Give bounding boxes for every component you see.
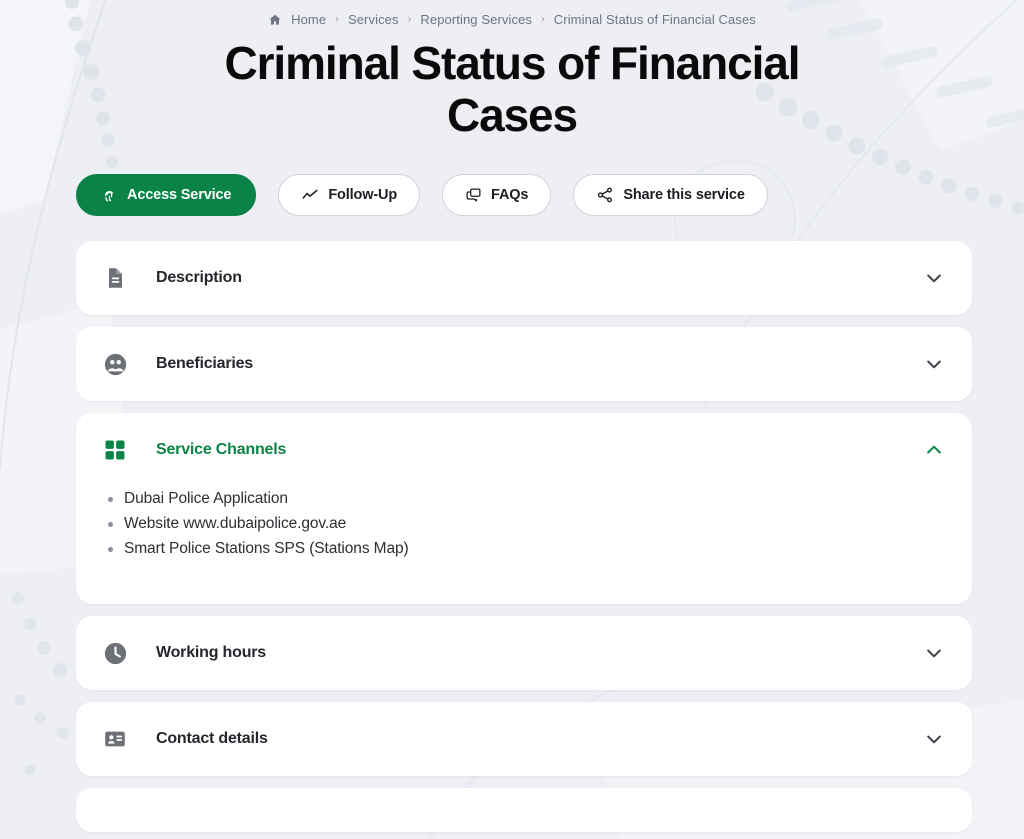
service-accordion: Description [0, 241, 1024, 832]
accordion-header-service-channels[interactable]: Service Channels [76, 413, 972, 487]
breadcrumb-separator: › [408, 15, 412, 26]
chevron-down-icon[interactable] [924, 268, 944, 288]
service-detail-page: Home › Services › Reporting Services › C… [0, 0, 1024, 839]
service-action-bar: Access Service Follow-Up FAQs [0, 174, 1024, 216]
chevron-up-icon[interactable] [924, 440, 944, 460]
accordion-title-working-hours: Working hours [156, 644, 924, 662]
service-channels-list: Dubai Police Application Website www.dub… [102, 487, 944, 561]
list-item: Website www.dubaipolice.gov.ae [102, 512, 944, 536]
accordion-title-service-channels: Service Channels [156, 441, 924, 459]
chevron-down-icon[interactable] [924, 354, 944, 374]
faqs-button[interactable]: FAQs [442, 174, 551, 216]
follow-up-button[interactable]: Follow-Up [278, 174, 420, 216]
accordion-section-description: Description [76, 241, 972, 315]
accordion-body-service-channels: Dubai Police Application Website www.dub… [76, 487, 972, 604]
share-service-label: Share this service [623, 187, 744, 203]
breadcrumb: Home › Services › Reporting Services › C… [0, 0, 1024, 27]
chevron-down-icon[interactable] [924, 643, 944, 663]
accordion-section-beneficiaries: Beneficiaries [76, 327, 972, 401]
clock-icon [102, 640, 128, 666]
breadcrumb-item-home[interactable]: Home [291, 12, 326, 27]
list-item: Smart Police Stations SPS (Stations Map) [102, 537, 944, 561]
accordion-section-service-channels: Service Channels Dubai Police Applicatio… [76, 413, 972, 604]
accordion-header-contact-details[interactable]: Contact details [76, 702, 972, 776]
list-item: Dubai Police Application [102, 487, 944, 511]
access-service-button[interactable]: Access Service [76, 174, 256, 216]
share-nodes-icon [596, 186, 614, 204]
accordion-section-working-hours: Working hours [76, 616, 972, 690]
people-circle-icon [102, 351, 128, 377]
document-icon [102, 265, 128, 291]
grid-squares-icon [102, 437, 128, 463]
breadcrumb-separator: › [335, 15, 339, 26]
chevron-down-icon[interactable] [924, 729, 944, 749]
accordion-title-beneficiaries: Beneficiaries [156, 355, 924, 373]
follow-up-label: Follow-Up [328, 187, 397, 203]
page-title: Criminal Status of Financial Cases [162, 37, 862, 141]
contact-card-icon [102, 726, 128, 752]
accordion-header-beneficiaries[interactable]: Beneficiaries [76, 327, 972, 401]
accordion-header-working-hours[interactable]: Working hours [76, 616, 972, 690]
trend-line-icon [301, 186, 319, 204]
faqs-label: FAQs [491, 187, 528, 203]
breadcrumb-item-services[interactable]: Services [348, 12, 399, 27]
breadcrumb-item-reporting-services[interactable]: Reporting Services [420, 12, 532, 27]
accordion-header-description[interactable]: Description [76, 241, 972, 315]
breadcrumb-separator: › [541, 15, 545, 26]
accordion-section-next-partial [76, 788, 972, 832]
accordion-title-contact-details: Contact details [156, 730, 924, 748]
home-icon [268, 13, 282, 27]
fingerprint-touch-icon [101, 187, 118, 204]
chat-bubbles-icon [465, 187, 482, 204]
breadcrumb-item-current: Criminal Status of Financial Cases [554, 12, 756, 27]
accordion-title-description: Description [156, 269, 924, 287]
access-service-label: Access Service [127, 187, 231, 203]
share-service-button[interactable]: Share this service [573, 174, 767, 216]
accordion-section-contact-details: Contact details [76, 702, 972, 776]
